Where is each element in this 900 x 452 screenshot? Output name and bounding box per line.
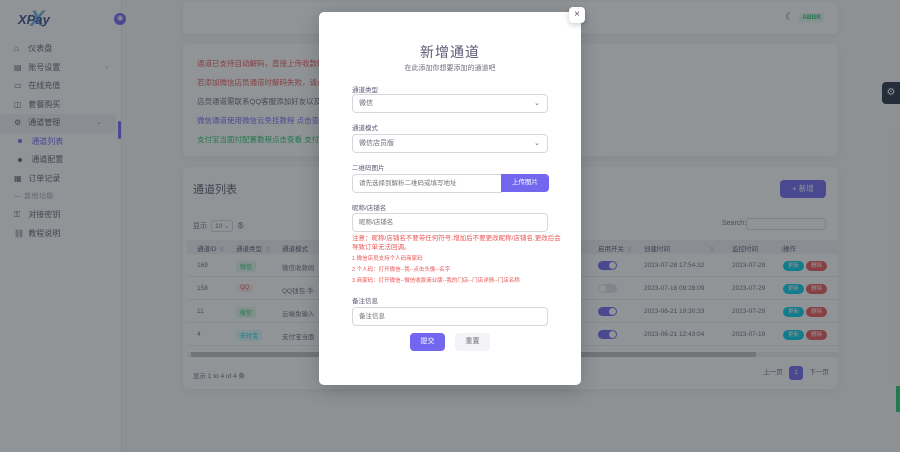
- modal-title: 新增通道: [420, 44, 480, 60]
- channel-mode-select[interactable]: 微信店员版 ⌄: [352, 134, 548, 153]
- upload-image-button[interactable]: 上传图片: [501, 174, 549, 192]
- qr-image-label: 二维码图片: [352, 165, 385, 172]
- chevron-down-icon: ⌄: [534, 100, 540, 107]
- warning-tip: 3.商家码：打开微信--微信收款商业版--我的门店--门店详情--门店名称: [352, 278, 520, 284]
- chevron-down-icon: ⌄: [534, 140, 540, 147]
- channel-type-label: 通道类型: [352, 87, 378, 94]
- select-value: 微信: [359, 100, 373, 107]
- select-value: 微信店员版: [359, 140, 394, 147]
- nickname-input[interactable]: [352, 213, 548, 232]
- warning-text: 注意：昵称/店铺名不要带任何符号,增加后不要更改昵称/店铺名,更改后会导致订单无…: [352, 235, 561, 251]
- modal-subtitle: 在此添加你想要添加的通道吧: [404, 65, 496, 72]
- add-channel-modal: × 新增通道 在此添加你想要添加的通道吧 通道类型 微信 ⌄ 通道模式 微信店员…: [319, 7, 585, 385]
- warning-tip: 2.个人码：打开微信--我--点击头像--名字: [352, 267, 451, 273]
- remark-input[interactable]: [352, 307, 548, 326]
- warning-tip: 1.微信店员支持个人码商家码: [352, 256, 423, 262]
- qr-url-input[interactable]: [352, 174, 502, 193]
- close-icon[interactable]: ×: [569, 7, 585, 23]
- channel-type-select[interactable]: 微信 ⌄: [352, 94, 548, 113]
- nickname-label: 昵称/店铺名: [352, 205, 387, 212]
- remark-label: 备注信息: [352, 298, 378, 305]
- channel-mode-label: 通道模式: [352, 125, 378, 132]
- submit-button[interactable]: 提交: [410, 333, 445, 351]
- reset-button[interactable]: 重置: [455, 333, 490, 351]
